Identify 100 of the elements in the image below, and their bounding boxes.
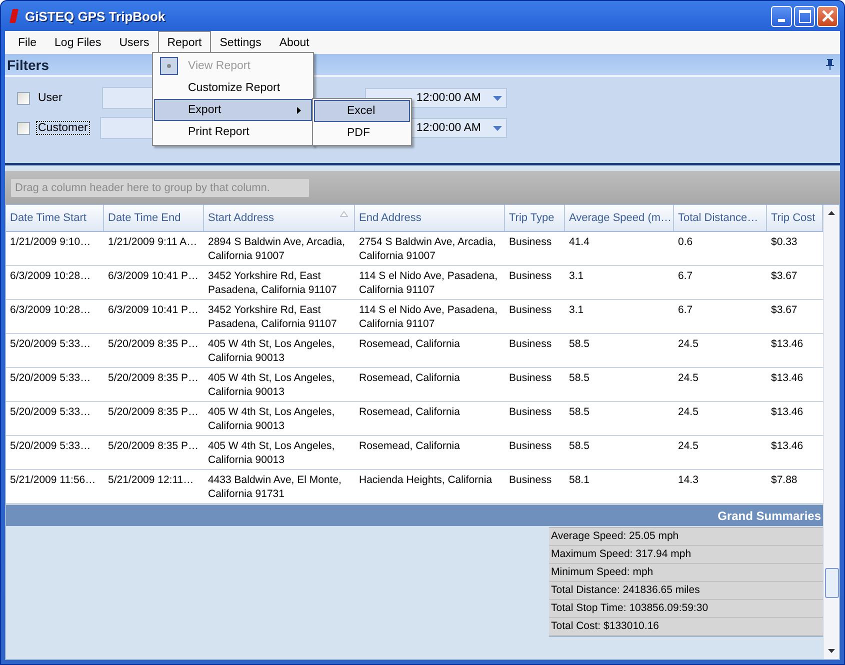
summary-cell: Total Stop Time: 103856.09:59:30	[549, 600, 823, 618]
table-cell-text: Business	[508, 337, 553, 352]
menu-item[interactable]: Report	[158, 31, 211, 54]
column-header[interactable]: Start Address	[204, 205, 355, 231]
table-cell-text: 3.1	[568, 269, 585, 284]
table-cell-text: $13.46	[770, 371, 804, 386]
table-cell-text: 2894 S Baldwin Ave, Arcadia, California 91007	[207, 235, 346, 264]
window-title: GiSTEQ GPS TripBook	[25, 8, 166, 24]
table-cell-text: Rosemead, California	[358, 371, 461, 386]
scrollbar[interactable]	[823, 205, 839, 659]
table-cell-text: 0.6	[677, 235, 694, 250]
table-cell-text: 14.3	[677, 473, 700, 488]
check-icon	[160, 57, 178, 75]
table-cell-text: Business	[508, 405, 553, 420]
sort-icon	[340, 211, 348, 217]
summary-cell: Total Cost: $133010.16	[549, 618, 823, 636]
table-cell-text: 114 S el Nido Ave, Pasadena, California 91107	[358, 303, 499, 332]
column-header[interactable]: End Address	[355, 205, 505, 231]
table-cell-text: $13.46	[770, 439, 804, 454]
table-cell-text: 58.1	[568, 473, 590, 488]
menu-item[interactable]: Users	[110, 31, 158, 54]
filter-label: User	[37, 91, 64, 105]
pin-icon[interactable]	[826, 59, 834, 70]
table-cell-text: 1/21/2009 9:11 A…	[107, 235, 198, 250]
menu-item[interactable]: Settings	[210, 31, 270, 54]
table-cell-text: Business	[508, 439, 553, 454]
table-cell-text: 3.1	[568, 303, 585, 318]
dropdown-arrow-icon	[493, 96, 502, 100]
column-header[interactable]: Trip Type	[505, 205, 565, 231]
close-button[interactable]	[817, 6, 838, 26]
table-cell-text: 5/21/2009 12:11…	[107, 473, 195, 488]
table-cell-text: 5/20/2009 5:33…	[9, 405, 92, 420]
menu-item[interactable]: Log Files	[46, 31, 110, 54]
table-cell-text: $7.88	[770, 473, 798, 488]
menu-item[interactable]: Excel	[314, 100, 410, 122]
table-cell-text: 24.5	[677, 371, 700, 386]
table-cell-text: $0.33	[770, 235, 798, 250]
table-cell-text: 5/20/2009 5:33…	[9, 337, 92, 352]
table-cell-text: 58.5	[568, 337, 590, 352]
table-cell-text: 3452 Yorkshire Rd, East Pasadena, California 91107	[207, 303, 338, 332]
table-cell-text: 3452 Yorkshire Rd, East Pasadena, California 91107	[207, 269, 338, 298]
table-cell-text: Business	[508, 235, 553, 250]
scroll-down-icon[interactable]	[828, 649, 835, 653]
menu-item[interactable]: About	[270, 31, 318, 54]
table-cell-text: 58.5	[568, 405, 590, 420]
table-cell-text: 5/20/2009 8:35 P…	[107, 405, 200, 420]
table-cell-text: 24.5	[677, 439, 700, 454]
table-cell-text: 58.5	[568, 439, 590, 454]
summary-cell: Average Speed: 25.05 mph	[549, 528, 823, 546]
table-cell-text: $3.67	[770, 303, 798, 318]
column-header[interactable]: Average Speed (m…	[565, 205, 674, 231]
table-cell-text: 114 S el Nido Ave, Pasadena, California 91107	[358, 269, 499, 298]
summary-title: Grand Summaries	[718, 508, 821, 522]
filters-title: Filters	[7, 56, 50, 72]
checkbox[interactable]	[17, 92, 30, 104]
table-cell-text: 24.5	[677, 405, 700, 420]
table-cell-text: 58.5	[568, 371, 590, 386]
table-cell-text: 5/20/2009 5:33…	[9, 371, 92, 386]
table-cell-text: 2754 S Baldwin Ave, Arcadia, California 91007	[358, 235, 497, 264]
summary-cell: Total Distance: 241836.65 miles	[549, 582, 823, 600]
table-cell-text: 405 W 4th St, Los Angeles, California 90013	[207, 439, 336, 468]
table-cell-text: $13.46	[770, 337, 804, 352]
table-cell-text: 5/20/2009 5:33…	[9, 439, 92, 454]
scroll-up-icon[interactable]	[828, 211, 835, 215]
group-hint: Drag a column header here to group by that column.	[11, 178, 309, 196]
menu-item[interactable]: Export	[154, 99, 312, 121]
menu-item[interactable]: Customize Report	[154, 77, 312, 99]
table-cell-text: 5/20/2009 8:35 P…	[107, 337, 200, 352]
summary-cell: Minimum Speed: mph	[549, 564, 823, 582]
menu-item[interactable]: File	[9, 31, 46, 54]
table-cell-text: 6/3/2009 10:41 P…	[107, 303, 200, 318]
column-header[interactable]: Total Distance…	[674, 205, 767, 231]
table-cell-text: 4433 Baldwin Ave, El Monte, California 91731	[207, 473, 342, 502]
column-header[interactable]: Date Time End	[104, 205, 204, 231]
table-cell-text: 1/21/2009 9:10…	[9, 235, 92, 250]
submenu-arrow-icon	[297, 107, 301, 114]
table-cell-text: Business	[508, 269, 553, 284]
table-cell-text: 405 W 4th St, Los Angeles, California 90013	[207, 371, 336, 400]
table-cell-text: Business	[508, 473, 553, 488]
table-cell-text: 41.4	[568, 235, 590, 250]
summary-cell: Maximum Speed: 317.94 mph	[549, 546, 823, 564]
table-cell-text: 6/3/2009 10:41 P…	[107, 269, 200, 284]
table-cell-text: Hacienda Heights, California	[358, 473, 494, 488]
table-cell-text: 405 W 4th St, Los Angeles, California 90013	[207, 337, 336, 366]
menu-item[interactable]: Print Report	[154, 121, 312, 143]
minimize-button[interactable]	[771, 6, 792, 26]
table-cell-text: 5/21/2009 11:56…	[9, 473, 97, 488]
checkbox[interactable]	[17, 122, 30, 134]
table-cell-text: Rosemead, California	[358, 337, 461, 352]
table-cell-text: $3.67	[770, 269, 798, 284]
table-cell-text: 6.7	[677, 303, 694, 318]
column-header[interactable]: Date Time Start	[6, 205, 104, 231]
table-cell-text: Business	[508, 371, 553, 386]
table-cell-text: 5/20/2009 8:35 P…	[107, 439, 200, 454]
table-cell-text: 6.7	[677, 269, 694, 284]
scrollbar-thumb[interactable]	[825, 568, 839, 598]
maximize-button[interactable]	[794, 6, 815, 26]
table-cell-text: Rosemead, California	[358, 439, 461, 454]
table-cell-text: 6/3/2009 10:28…	[9, 303, 92, 318]
table-cell-text: $13.46	[770, 405, 804, 420]
